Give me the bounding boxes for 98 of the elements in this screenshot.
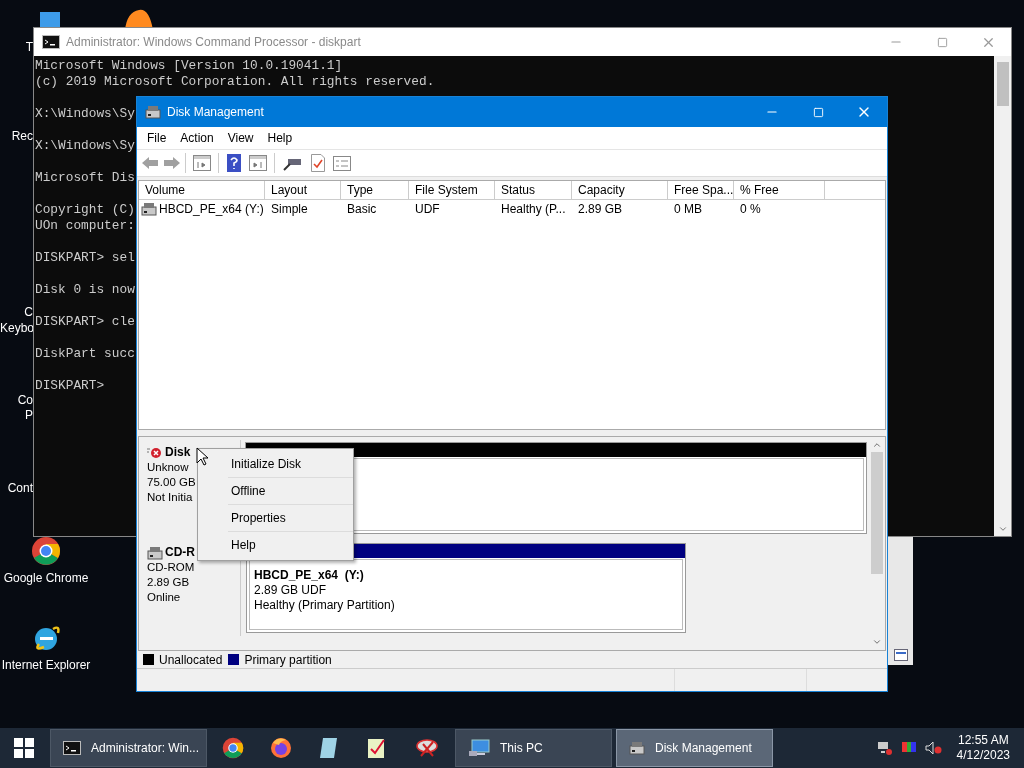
menu-item[interactable]: Properties [198, 505, 353, 531]
checklist-icon [367, 737, 387, 759]
partition-info: Healthy (Primary Partition) [254, 598, 395, 613]
legend-label: Primary partition [244, 651, 332, 669]
console-line: DISKPART> sel [35, 250, 135, 266]
taskbar-button[interactable]: Disk Management [616, 729, 773, 767]
menu-item[interactable]: Help [260, 129, 300, 147]
scroll-up-icon[interactable] [872, 440, 882, 450]
console-icon [42, 35, 60, 49]
disk-name: Disk [165, 445, 191, 460]
computer-icon [468, 739, 490, 757]
muted-speaker-icon[interactable] [924, 741, 943, 755]
desktop-icon-label: Rec [10, 129, 33, 144]
column-header[interactable]: Layout [265, 181, 341, 199]
menu-item[interactable]: Offline [198, 478, 353, 504]
scroll-down-icon[interactable] [872, 637, 882, 647]
desktop-icon-label: Co [16, 393, 33, 408]
taskbar-button[interactable]: This PC [455, 729, 612, 767]
console-line: DiskPart succ [35, 346, 135, 362]
drive-icon [141, 202, 157, 216]
disk-drive-icon [629, 741, 645, 755]
chrome-icon [31, 536, 61, 566]
table-cell: Basic [347, 201, 377, 217]
column-header[interactable]: % Free [734, 181, 825, 199]
maximize-icon [812, 106, 824, 118]
scrollbar[interactable] [994, 56, 1011, 536]
desktop-icon-label: Keybo [0, 321, 33, 336]
partition-info: 2.89 GB UDF [254, 583, 327, 598]
desktop-icon-label: T [24, 40, 33, 55]
menu-item[interactable]: File [140, 129, 174, 147]
console-icon [63, 741, 81, 755]
disk-info: Online [147, 590, 181, 605]
table-cell: HBCD_PE_x64 (Y:) [159, 201, 264, 217]
table-cell: Simple [271, 201, 308, 217]
window-title: Administrator: Windows Command Processor - diskpart [66, 34, 361, 51]
optical-drive-icon [147, 545, 163, 560]
desktop-icon-label: P [24, 408, 33, 423]
console-line: UOn computer: [35, 218, 135, 234]
forward-arrow-icon[interactable] [163, 156, 181, 170]
notepad-icon [319, 737, 339, 759]
menu-item[interactable]: View [220, 129, 261, 147]
console-line: DISKPART> [35, 378, 105, 394]
console-line: Disk 0 is now [35, 282, 135, 298]
console-line: X:\Windows\Sy [35, 106, 135, 122]
disk-info: Unknow [147, 460, 189, 475]
disk-info: CD-ROM [147, 560, 195, 575]
panel-icon [893, 649, 908, 661]
disk-drive-icon [145, 105, 161, 119]
console-line: DISKPART> cle [35, 314, 135, 330]
checklist-icon[interactable] [311, 154, 325, 172]
color-monitor-icon[interactable] [900, 741, 917, 755]
table-cell: 0 % [740, 201, 761, 217]
column-header[interactable]: File System [409, 181, 495, 199]
disk-info: 2.89 GB [147, 575, 190, 590]
console-line: (c) 2019 Microsoft Corporation. All rights reserved. [35, 74, 435, 90]
table-cell: Healthy (P... [501, 201, 566, 217]
console-line: Copyright (C) [35, 202, 135, 218]
pane-icon[interactable] [193, 155, 211, 171]
properties-icon[interactable] [333, 155, 351, 171]
mouse-cursor [196, 447, 208, 466]
desktop-shortcut[interactable]: Google Chrome [3, 534, 89, 585]
column-header[interactable]: Volume [139, 181, 265, 199]
scroll-thumb[interactable] [871, 452, 883, 574]
column-header[interactable]: Status [495, 181, 572, 199]
disk-info: Not Initia [147, 490, 193, 505]
table-cell: 0 MB [674, 201, 702, 217]
table-row[interactable]: HBCD_PE_x64 (Y:) Simple Basic UDF Healthy (P... 2.89 GB 0 MB 0 % [139, 200, 885, 218]
desktop-icon-label: C [23, 305, 33, 320]
console-line: Microsoft Windows [Version 10.0.19041.1] [35, 58, 343, 74]
console-line: X:\Windows\Sy [35, 138, 135, 154]
scroll-thumb[interactable] [996, 62, 1009, 106]
scroll-down-icon[interactable] [997, 524, 1008, 534]
back-arrow-icon[interactable] [141, 156, 159, 170]
window-title: Disk Management [167, 104, 264, 121]
console-line: Microsoft Dis [35, 170, 135, 186]
table-cell: UDF [415, 201, 440, 217]
windows-logo-icon [14, 738, 34, 758]
chrome-icon [222, 737, 244, 759]
taskbar-button[interactable]: Administrator: Win... [50, 729, 207, 767]
error-disk-icon [147, 446, 163, 459]
column-header[interactable]: Free Spa... [668, 181, 734, 199]
legend-label: Unallocated [159, 651, 223, 669]
clock[interactable]: 12:55 AM 4/12/2023 [956, 733, 1010, 763]
pane-icon[interactable] [249, 155, 267, 171]
scissors-icon [415, 738, 439, 758]
table-cell: 2.89 GB [578, 201, 623, 217]
column-header[interactable]: Capacity [572, 181, 668, 199]
column-header[interactable]: Type [341, 181, 409, 199]
menu-item[interactable]: Action [173, 129, 221, 147]
disk-info: 75.00 GB [147, 475, 196, 490]
maximize-icon [936, 36, 948, 48]
desktop-shortcut[interactable]: Internet Explorer [1, 621, 91, 672]
desktop-icon-label: Cont [6, 481, 33, 496]
help-icon[interactable] [227, 154, 241, 172]
network-icon[interactable] [876, 741, 893, 755]
disk-name: CD-R [165, 545, 195, 560]
fox-icon [270, 737, 292, 759]
partition-name: HBCD_PE_x64 (Y:) [254, 568, 364, 583]
